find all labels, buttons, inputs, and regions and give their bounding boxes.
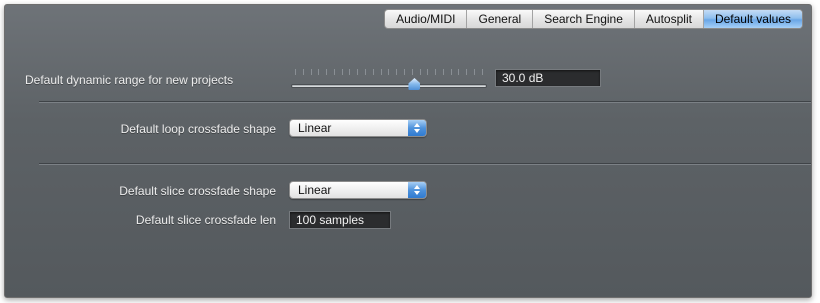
tab-default-values[interactable]: Default values xyxy=(702,10,802,28)
divider xyxy=(39,101,811,103)
loop-crossfade-shape-select[interactable]: Linear xyxy=(289,119,427,137)
tab-autosplit[interactable]: Autosplit xyxy=(633,10,703,28)
tab-search-engine[interactable]: Search Engine xyxy=(532,10,634,28)
tab-general[interactable]: General xyxy=(466,10,532,28)
slice-crossfade-shape-value: Linear xyxy=(298,183,332,197)
dynamic-range-slider[interactable] xyxy=(291,67,487,93)
slider-track[interactable] xyxy=(291,84,487,88)
slider-knob-icon[interactable] xyxy=(408,78,421,90)
tab-audio-midi[interactable]: Audio/MIDI xyxy=(385,10,466,28)
slice-crossfade-shape-label: Default slice crossfade shape xyxy=(119,184,276,198)
loop-crossfade-shape-label: Default loop crossfade shape xyxy=(120,122,276,136)
dynamic-range-label: Default dynamic range for new projects xyxy=(25,73,234,87)
tab-bar: Audio/MIDI General Search Engine Autospl… xyxy=(384,9,803,29)
up-down-arrows-icon xyxy=(408,182,426,198)
dynamic-range-field[interactable]: 30.0 dB xyxy=(495,69,601,87)
slice-crossfade-len-field[interactable]: 100 samples xyxy=(289,211,391,229)
divider xyxy=(39,163,811,165)
loop-crossfade-shape-value: Linear xyxy=(298,121,332,135)
preferences-panel: Audio/MIDI General Search Engine Autospl… xyxy=(4,4,812,298)
slider-ticks xyxy=(295,69,483,75)
slice-crossfade-len-label: Default slice crossfade len xyxy=(135,213,276,227)
up-down-arrows-icon xyxy=(408,120,426,136)
slice-crossfade-shape-select[interactable]: Linear xyxy=(289,181,427,199)
